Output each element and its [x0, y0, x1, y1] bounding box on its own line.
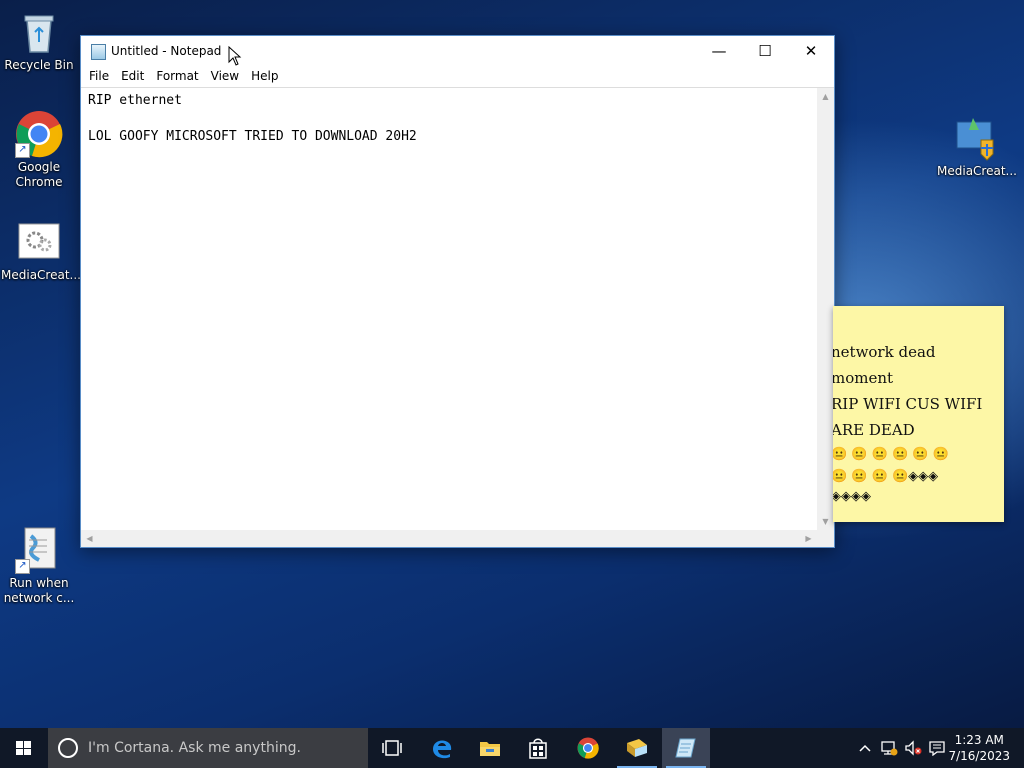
menu-bar: File Edit Format View Help [81, 66, 834, 86]
notepad-icon [675, 738, 696, 758]
text-area-container: RIP ethernet LOL GOOFY MICROSOFT TRIED T… [81, 87, 834, 547]
desktop-icon-label: MediaCreat... [937, 164, 1017, 178]
clock-date: 7/16/2023 [948, 749, 1010, 763]
run-when-network-shortcut[interactable]: ↗ Run when network c... [1, 526, 77, 606]
desktop-icon-label: MediaCreat... [1, 268, 81, 282]
maximize-button[interactable]: ☐ [742, 36, 788, 66]
title-bar[interactable]: Untitled - Notepad — ☐ ✕ [81, 36, 834, 66]
network-status-button[interactable] [878, 728, 900, 768]
sticky-line: 😐 😐 😐 😐◈◈◈ [833, 469, 939, 484]
sticky-note[interactable]: network dead moment RIP WIFI CUS WIFI AR… [833, 306, 1004, 522]
edge-icon [433, 740, 452, 759]
cortana-search-box[interactable]: I'm Cortana. Ask me anything. [48, 728, 368, 768]
folder-icon [480, 742, 500, 756]
sticky-line: ARE DEAD [833, 421, 915, 439]
sticky-line: RIP WIFI CUS WIFI [833, 395, 983, 413]
menu-edit[interactable]: Edit [115, 69, 150, 83]
network-disconnected-icon [881, 740, 898, 755]
task-view-icon [382, 740, 402, 756]
desktop-icon-label: Run when network c... [3, 576, 75, 605]
notepad-window[interactable]: Untitled - Notepad — ☐ ✕ File Edit Forma… [80, 35, 835, 548]
close-button[interactable]: ✕ [788, 36, 834, 66]
editor-line: RIP ethernet [88, 93, 182, 108]
chevron-up-icon [859, 744, 871, 752]
sticky-line: network dead [833, 343, 936, 361]
recycle-bin-icon[interactable]: Recycle Bin [1, 8, 77, 73]
task-view-button[interactable] [368, 728, 416, 768]
horizontal-scrollbar[interactable]: ◀ ▶ [81, 530, 817, 547]
file-explorer-button[interactable] [466, 728, 514, 768]
scroll-down-icon[interactable]: ▼ [817, 513, 834, 530]
scroll-right-icon[interactable]: ▶ [800, 530, 817, 547]
chrome-taskbar-button[interactable] [564, 728, 612, 768]
search-placeholder: I'm Cortana. Ask me anything. [88, 740, 301, 756]
clock[interactable]: 1:23 AM 7/16/2023 [948, 732, 1010, 764]
media-creation-tool-icon [951, 114, 999, 162]
trash-icon [15, 8, 63, 56]
chrome-icon [577, 737, 599, 759]
volume-muted-icon [905, 739, 922, 756]
menu-format[interactable]: Format [150, 69, 204, 83]
volume-button[interactable] [902, 728, 924, 768]
clock-time: 1:23 AM [954, 733, 1004, 747]
script-icon: ↗ [15, 526, 63, 574]
window-title: Untitled - Notepad [111, 44, 222, 58]
windows-logo-icon [16, 741, 32, 755]
minimize-button[interactable]: — [696, 36, 742, 66]
media-creation-tool-icon [627, 739, 647, 757]
size-grip[interactable] [817, 530, 834, 547]
shortcut-arrow-icon: ↗ [15, 559, 30, 574]
vertical-scrollbar[interactable]: ▲ ▼ [817, 88, 834, 530]
text-editor[interactable]: RIP ethernet LOL GOOFY MICROSOFT TRIED T… [81, 88, 817, 530]
chrome-icon: ↗ [15, 110, 63, 158]
shortcut-arrow-icon: ↗ [15, 143, 30, 158]
show-hidden-icons-button[interactable] [854, 728, 876, 768]
mediacreation-shortcut-right[interactable]: MediaCreat... [937, 114, 1017, 179]
taskbar: I'm Cortana. Ask me anything. 1:23 AM 7/… [0, 728, 1024, 768]
sticky-line: 😐 😐 😐 😐 😐 😐 [833, 447, 949, 462]
notification-icon [929, 740, 945, 756]
settings-gears-icon [15, 218, 63, 266]
mouse-cursor-icon [228, 46, 242, 66]
edge-taskbar-button[interactable] [418, 728, 466, 768]
mediacreation-desktop-icon[interactable]: MediaCreat... [1, 218, 81, 283]
sticky-line: ◈◈◈◈ [833, 489, 871, 504]
desktop-icon-label: Recycle Bin [4, 58, 74, 72]
mediacreation-taskbar-button[interactable] [613, 728, 661, 768]
scroll-up-icon[interactable]: ▲ [817, 88, 834, 105]
scroll-left-icon[interactable]: ◀ [81, 530, 98, 547]
notepad-icon [91, 44, 106, 60]
action-center-button[interactable] [926, 728, 948, 768]
store-button[interactable] [514, 728, 562, 768]
menu-help[interactable]: Help [245, 69, 284, 83]
start-button[interactable] [0, 728, 48, 768]
store-icon [529, 738, 547, 759]
google-chrome-shortcut[interactable]: ↗ Google Chrome [1, 110, 77, 190]
menu-file[interactable]: File [83, 69, 115, 83]
sticky-line: moment [833, 369, 894, 387]
desktop-icon-label: Google Chrome [15, 160, 63, 189]
notepad-taskbar-button[interactable] [662, 728, 710, 768]
menu-view[interactable]: View [205, 69, 245, 83]
editor-line: LOL GOOFY MICROSOFT TRIED TO DOWNLOAD 20… [88, 129, 417, 144]
cortana-icon [58, 738, 78, 758]
